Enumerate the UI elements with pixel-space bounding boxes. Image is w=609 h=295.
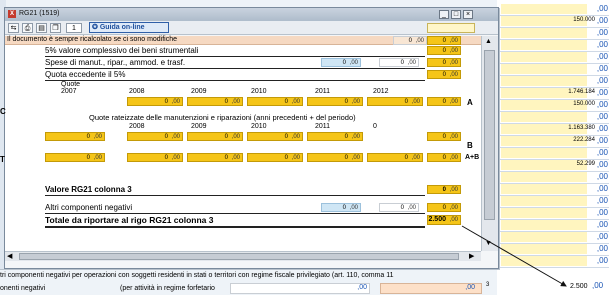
pointer-arrow xyxy=(461,225,567,287)
